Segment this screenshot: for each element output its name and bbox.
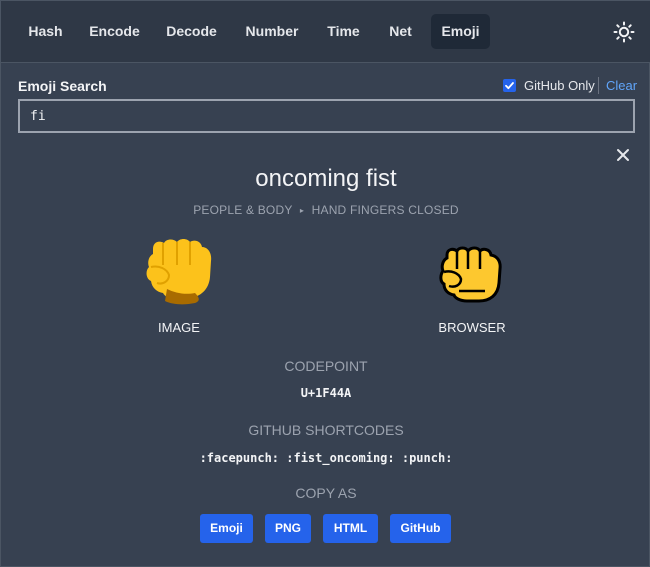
search-label: Emoji Search bbox=[18, 78, 107, 94]
tab-number[interactable]: Number bbox=[235, 14, 309, 49]
browser-label: BROWSER bbox=[438, 320, 506, 335]
copy-emoji-button[interactable]: Emoji bbox=[200, 514, 253, 543]
shortcodes-value: :facepunch: :fist_oncoming: :punch: bbox=[199, 451, 453, 465]
shortcodes-title: GITHUB SHORTCODES bbox=[248, 422, 404, 438]
tab-hash[interactable]: Hash bbox=[18, 14, 73, 49]
image-label: IMAGE bbox=[158, 320, 200, 335]
codepoint-value: U+1F44A bbox=[300, 386, 352, 400]
github-only-label[interactable]: GitHub Only bbox=[524, 78, 595, 93]
copy-html-button[interactable]: HTML bbox=[323, 514, 378, 543]
emoji-search-input[interactable] bbox=[18, 99, 635, 133]
copy-as-title: COPY AS bbox=[295, 485, 357, 501]
divider bbox=[598, 77, 599, 94]
codepoint-title: CODEPOINT bbox=[284, 358, 368, 374]
emoji-category-breadcrumb: PEOPLE & BODY ▸ HAND FINGERS CLOSED bbox=[1, 203, 650, 217]
emoji-name: oncoming fist bbox=[255, 165, 397, 192]
check-icon bbox=[505, 82, 514, 90]
emoji-subcategory: HAND FINGERS CLOSED bbox=[311, 203, 459, 217]
github-only-checkbox[interactable] bbox=[503, 79, 516, 92]
tab-decode[interactable]: Decode bbox=[156, 14, 227, 49]
close-icon[interactable] bbox=[615, 147, 631, 163]
sun-icon[interactable] bbox=[611, 21, 637, 43]
tab-time[interactable]: Time bbox=[317, 14, 370, 49]
emoji-image-preview bbox=[141, 237, 217, 307]
tab-encode[interactable]: Encode bbox=[81, 14, 148, 49]
triangle-right-icon: ▸ bbox=[299, 206, 305, 215]
tab-net[interactable]: Net bbox=[378, 14, 423, 49]
copy-github-button[interactable]: GitHub bbox=[390, 514, 451, 543]
emoji-browser-preview bbox=[437, 245, 505, 305]
app-window: Hash Encode Decode Number Time Net Emoji bbox=[0, 0, 650, 567]
copy-png-button[interactable]: PNG bbox=[265, 514, 311, 543]
emoji-category: PEOPLE & BODY bbox=[193, 203, 293, 217]
tab-emoji[interactable]: Emoji bbox=[431, 14, 490, 49]
clear-button[interactable]: Clear bbox=[606, 78, 637, 93]
top-nav: Hash Encode Decode Number Time Net Emoji bbox=[1, 1, 650, 63]
